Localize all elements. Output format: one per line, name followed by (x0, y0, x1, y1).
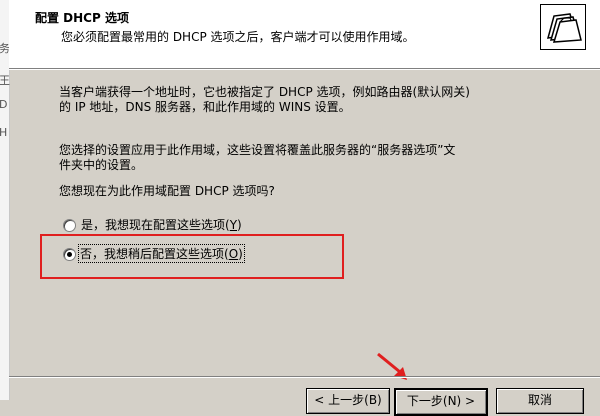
back-button[interactable]: < 上一步(B) (306, 388, 390, 414)
footer-divider-highlight (9, 377, 600, 378)
header-divider (9, 69, 600, 70)
folders-wizard-icon (540, 4, 586, 50)
radio-label-configure-now[interactable]: 是，我想现在配置这些选项(Y) (81, 216, 242, 233)
page-title: 配置 DHCP 选项 (35, 11, 129, 25)
bg-char: H (0, 126, 8, 139)
question-text: 您想现在为此作用域配置 DHCP 选项吗? (59, 184, 275, 198)
info-paragraph-line: 当客户端获得一个地址时，它也被指定了 DHCP 选项，例如路由器(默认网关) (59, 85, 470, 99)
info-paragraph-line: 的 IP 地址，DNS 服务器，和此作用域的 WINS 设置。 (59, 100, 351, 114)
page-subtitle: 您必须配置最常用的 DHCP 选项之后，客户端才可以使用作用域。 (61, 30, 415, 44)
cancel-button[interactable]: 取消 (496, 388, 584, 414)
info-paragraph-line: 您选择的设置应用于此作用域，这些设置将覆盖此服务器的“服务器选项”文 (59, 143, 456, 157)
next-button[interactable]: 下一步(N) > (394, 388, 488, 416)
bg-char: D (0, 98, 8, 111)
bg-char: 王 (0, 74, 10, 87)
annotation-highlight-box (40, 234, 344, 279)
info-paragraph-line: 件夹中的设置。 (59, 158, 144, 172)
radio-configure-now[interactable] (63, 219, 76, 232)
wizard-header: 配置 DHCP 选项 您必须配置最常用的 DHCP 选项之后，客户端才可以使用作… (9, 0, 600, 69)
